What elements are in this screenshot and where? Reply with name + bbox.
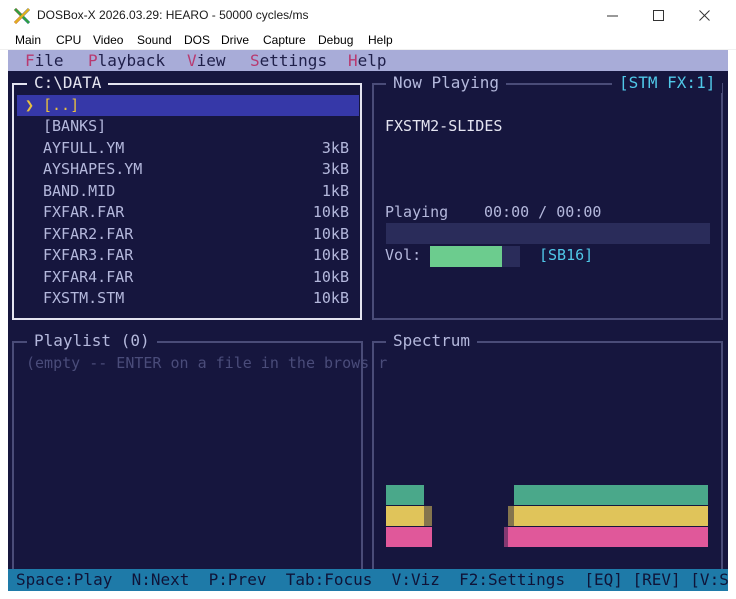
- dos-screen[interactable]: File Playback View Settings Help C:\DATA…: [8, 50, 728, 591]
- status-bar-keys: Space:Play N:Next P:Prev Tab:Focus V:Viz…: [16, 570, 728, 589]
- playlist-header: Playlist (0): [27, 331, 157, 351]
- output-device: [SB16]: [539, 246, 594, 264]
- playlist-empty-text: (empty -- ENTER on a file in the brows r: [26, 354, 388, 372]
- close-icon: [699, 10, 710, 21]
- selection-cursor-icon: ❯: [25, 96, 35, 114]
- spectrum-bar: [430, 506, 432, 526]
- menu-cpu[interactable]: CPU: [56, 33, 81, 47]
- dos-menu-help[interactable]: Help: [348, 50, 387, 71]
- file-size: 3kB: [321, 160, 349, 178]
- spectrum-bar: [706, 506, 708, 526]
- dos-menu-file[interactable]: File: [25, 50, 64, 71]
- menu-dos[interactable]: DOS: [184, 33, 210, 47]
- file-size: 1kB: [321, 182, 349, 200]
- file-size: 10kB: [312, 246, 349, 264]
- menu-drive[interactable]: Drive: [221, 33, 249, 47]
- now-playing-header: Now Playing: [386, 73, 506, 93]
- file-name[interactable]: AYFULL.YM: [43, 138, 124, 158]
- file-size: 10kB: [312, 225, 349, 243]
- dos-menu-settings[interactable]: Settings: [250, 50, 327, 71]
- dos-menu-view[interactable]: View: [187, 50, 226, 71]
- spectrum-bar: [430, 527, 432, 547]
- menu-help[interactable]: Help: [368, 33, 393, 47]
- file-name[interactable]: FXFAR.FAR: [43, 202, 124, 222]
- menu-sound[interactable]: Sound: [137, 33, 172, 47]
- play-time: 00:00 / 00:00: [484, 203, 602, 221]
- menu-capture[interactable]: Capture: [263, 33, 306, 47]
- menu-debug[interactable]: Debug: [318, 33, 353, 47]
- track-title: FXSTM2-SLIDES: [385, 117, 503, 135]
- spectrum-header: Spectrum: [386, 331, 478, 351]
- window-titlebar[interactable]: DOSBox-X 2026.03.29: HEARO - 50000 cycle…: [0, 0, 736, 31]
- file-size: 10kB: [312, 268, 349, 286]
- spectrum-bar: [706, 485, 708, 505]
- file-name[interactable]: FXFAR3.FAR: [43, 245, 133, 265]
- menu-main[interactable]: Main: [15, 33, 41, 47]
- minimize-button[interactable]: [590, 0, 636, 31]
- file-name[interactable]: FXFAR2.FAR: [43, 224, 133, 244]
- file-name[interactable]: [BANKS]: [43, 116, 106, 136]
- volume-fill: [430, 246, 502, 267]
- status-bar: Space:Play N:Next P:Prev Tab:Focus V:Viz…: [8, 569, 728, 591]
- file-name[interactable]: [..]: [43, 95, 79, 115]
- browser-path: C:\DATA: [27, 73, 109, 93]
- file-size: 3kB: [321, 139, 349, 157]
- play-status: Playing: [385, 203, 449, 221]
- format-tag: [STM FX:1]: [612, 73, 723, 93]
- spectrum-bar: [422, 485, 424, 505]
- file-name[interactable]: AYSHAPES.YM: [43, 159, 142, 179]
- host-menubar: Main CPU Video Sound DOS Drive Capture D…: [0, 31, 736, 50]
- file-name[interactable]: FXFAR4.FAR: [43, 267, 133, 287]
- dos-menubar: File Playback View Settings Help: [8, 50, 728, 71]
- minimize-icon: [607, 15, 618, 17]
- menu-video[interactable]: Video: [93, 33, 123, 47]
- progress-bar[interactable]: [386, 223, 710, 244]
- file-size: 10kB: [312, 203, 349, 221]
- playlist-panel[interactable]: [12, 341, 363, 574]
- close-button[interactable]: [682, 0, 728, 31]
- file-name[interactable]: FXSTM.STM: [43, 288, 124, 308]
- file-size: 10kB: [312, 289, 349, 307]
- window-title: DOSBox-X 2026.03.29: HEARO - 50000 cycle…: [37, 8, 309, 22]
- maximize-button[interactable]: [636, 0, 682, 31]
- maximize-icon: [653, 10, 664, 21]
- dosbox-x-app-icon: [13, 7, 31, 25]
- file-name[interactable]: BAND.MID: [43, 181, 115, 201]
- dos-menu-playback[interactable]: Playback: [88, 50, 165, 71]
- volume-label: Vol:: [385, 246, 422, 264]
- spectrum-bar: [706, 527, 708, 547]
